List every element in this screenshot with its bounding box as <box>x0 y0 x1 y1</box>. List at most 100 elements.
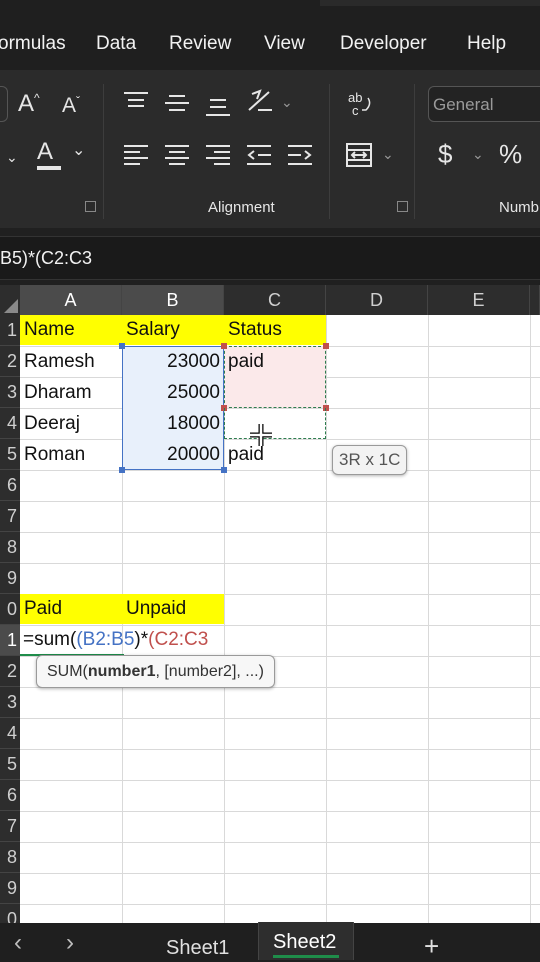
font-size-box[interactable] <box>0 86 8 122</box>
row-header[interactable]: 6 <box>0 780 20 811</box>
gridline <box>428 315 429 923</box>
column-header-e[interactable]: E <box>428 285 530 315</box>
number-format-dropdown[interactable]: General <box>428 86 540 122</box>
row-header[interactable]: 7 <box>0 501 20 532</box>
font-dialog-launcher-icon[interactable] <box>85 201 96 212</box>
increase-indent-icon[interactable] <box>287 143 313 167</box>
cell-a3[interactable]: Dharam <box>20 378 122 408</box>
cell-a10[interactable]: Paid <box>20 594 122 624</box>
align-left-icon[interactable] <box>123 143 149 167</box>
menu-developer[interactable]: Developer <box>340 33 427 55</box>
row-header[interactable]: 6 <box>0 470 20 501</box>
font-color-button[interactable]: A <box>37 140 61 170</box>
alignment-dialog-launcher-icon[interactable] <box>397 201 408 212</box>
menu-formulas[interactable]: ormulas <box>0 33 66 55</box>
row-header[interactable]: 8 <box>0 842 20 873</box>
cell-a2[interactable]: Ramesh <box>20 347 122 377</box>
menu-help[interactable]: Help <box>467 33 506 55</box>
gridline <box>20 749 540 750</box>
cell-edit-text[interactable]: =sum((B2:B5)*(C2:C3 <box>20 625 280 655</box>
grow-font-button[interactable]: A^ <box>18 92 40 116</box>
range-b2-b5-border <box>122 346 224 470</box>
cell-a5[interactable]: Roman <box>20 440 122 470</box>
column-header-d[interactable]: D <box>326 285 428 315</box>
orientation-icon[interactable] <box>246 88 274 114</box>
formula-operator: )* <box>134 629 149 650</box>
chevron-down-icon[interactable]: ⌄ <box>6 150 18 164</box>
row-header[interactable]: 4 <box>0 408 20 439</box>
row-header[interactable]: 2 <box>0 346 20 377</box>
row-header[interactable]: 1 <box>0 315 20 346</box>
row-header[interactable]: 0 <box>0 904 20 923</box>
shrink-font-button[interactable]: Aˇ <box>62 95 80 116</box>
menu-data[interactable]: Data <box>96 33 136 55</box>
decrease-indent-icon[interactable] <box>246 143 272 167</box>
wrap-text-icon[interactable]: ab c <box>346 90 374 118</box>
range-handle[interactable] <box>221 467 227 473</box>
align-top-icon[interactable] <box>123 90 149 112</box>
row-header[interactable]: 9 <box>0 563 20 594</box>
formula-bar-text[interactable]: B5)*(C2:C3 <box>0 248 92 269</box>
range-handle[interactable] <box>323 343 329 349</box>
cell-b10[interactable]: Unpaid <box>122 594 224 624</box>
number-group-label: Numb <box>499 199 540 216</box>
range-handle[interactable] <box>221 343 227 349</box>
cell-c1[interactable]: Status <box>224 315 326 345</box>
row-header[interactable]: 9 <box>0 873 20 904</box>
tab-sheet1[interactable]: Sheet1 <box>166 937 229 960</box>
font-color-bar <box>37 166 61 170</box>
row-header[interactable]: 7 <box>0 811 20 842</box>
row-header[interactable]: 3 <box>0 687 20 718</box>
row-header[interactable]: 8 <box>0 532 20 563</box>
align-center-icon[interactable] <box>164 143 190 167</box>
column-header-b[interactable]: B <box>122 285 224 315</box>
tab-sheet2[interactable]: Sheet2 <box>273 931 336 954</box>
range-handle[interactable] <box>119 343 125 349</box>
align-bottom-icon[interactable] <box>205 96 231 118</box>
orientation-dropdown-icon[interactable]: ⌄ <box>281 95 293 109</box>
ribbon-separator <box>103 84 104 219</box>
fn-arg-current: number1 <box>87 663 156 680</box>
currency-dropdown-icon[interactable]: ⌄ <box>472 147 484 161</box>
select-all-corner[interactable] <box>0 285 20 315</box>
align-middle-icon[interactable] <box>164 93 190 115</box>
font-color-dropdown-icon[interactable]: ⌄ <box>72 143 85 159</box>
prev-sheet-icon[interactable]: ‹ <box>14 929 22 957</box>
function-tooltip[interactable]: SUM(number1, [number2], ...) <box>36 655 275 688</box>
move-cursor-icon <box>250 424 272 446</box>
currency-icon: $ <box>438 139 453 169</box>
menu-review[interactable]: Review <box>169 33 231 55</box>
column-header-a[interactable]: A <box>20 285 122 315</box>
menu-view[interactable]: View <box>264 33 305 55</box>
range-size-tooltip: 3R x 1C <box>332 445 408 475</box>
gridline <box>20 780 540 781</box>
column-header-f[interactable] <box>530 285 540 315</box>
cell-b1[interactable]: Salary <box>122 315 224 345</box>
add-sheet-icon[interactable]: + <box>424 931 439 962</box>
row-header[interactable]: 5 <box>0 439 20 470</box>
merge-dropdown-icon[interactable]: ⌄ <box>382 147 394 161</box>
currency-button[interactable]: $ <box>438 141 452 167</box>
cell-a4[interactable]: Deeraj <box>20 409 122 439</box>
column-header-c[interactable]: C <box>224 285 326 315</box>
row-header[interactable]: 3 <box>0 377 20 408</box>
number-format-value: General <box>433 95 494 114</box>
merge-center-icon[interactable] <box>345 142 373 168</box>
row-header[interactable]: 5 <box>0 749 20 780</box>
worksheet-grid[interactable]: A B C D E 1 2 3 4 5 6 7 8 9 0 1 2 3 4 5 … <box>0 285 540 923</box>
tab-sheet2-bg[interactable]: Sheet2 <box>258 922 354 960</box>
row-header-active[interactable]: 1 <box>0 625 20 656</box>
range-handle[interactable] <box>119 467 125 473</box>
row-header[interactable]: 0 <box>0 594 20 625</box>
row-header[interactable]: 2 <box>0 656 20 687</box>
formula-bar[interactable]: B5)*(C2:C3 <box>0 236 540 280</box>
align-right-icon[interactable] <box>205 143 231 167</box>
cell-a1[interactable]: Name <box>20 315 122 345</box>
fn-args-rest: , [number2], ...) <box>155 663 264 680</box>
row-header[interactable]: 4 <box>0 718 20 749</box>
next-sheet-icon[interactable]: › <box>66 929 74 957</box>
percent-icon: % <box>499 139 523 169</box>
gridline <box>530 315 531 923</box>
percent-button[interactable]: % <box>499 141 522 167</box>
cell-c5[interactable]: paid <box>224 440 326 470</box>
